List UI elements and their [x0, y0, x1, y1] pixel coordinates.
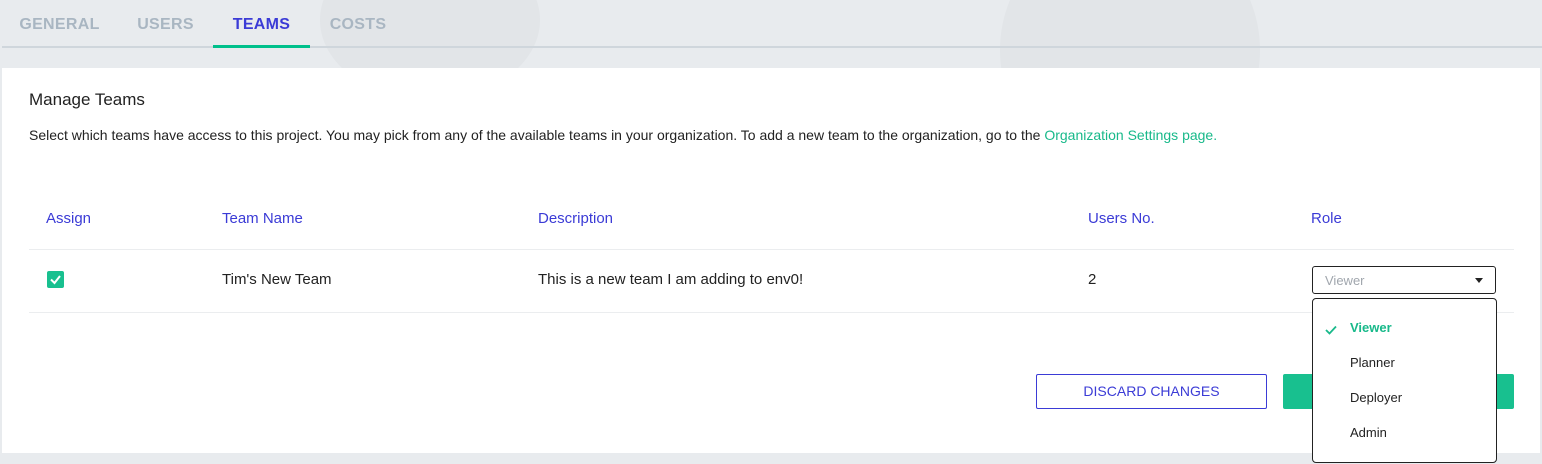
- checkmark-icon: [50, 275, 61, 285]
- check-icon: [1325, 325, 1337, 335]
- role-select[interactable]: Viewer: [1312, 266, 1496, 294]
- description-text: Select which teams have access to this p…: [29, 127, 1045, 143]
- role-select-value: Viewer: [1325, 273, 1365, 288]
- role-option-planner[interactable]: Planner: [1350, 355, 1395, 370]
- page-title: Manage Teams: [29, 90, 145, 109]
- column-header-assign: Assign: [46, 210, 92, 227]
- column-header-team-name: Team Name: [222, 210, 303, 227]
- discard-changes-button[interactable]: DISCARD CHANGES: [1036, 374, 1267, 409]
- team-description-cell: This is a new team I am adding to env0!: [538, 271, 804, 288]
- tab-bar: GENERAL USERS TEAMS COSTS: [2, 0, 1542, 48]
- column-header-users-no: Users No.: [1088, 210, 1155, 227]
- organization-settings-link[interactable]: Organization Settings page.: [1044, 127, 1217, 143]
- table-divider: [29, 249, 1514, 250]
- tab-general[interactable]: GENERAL: [2, 0, 117, 48]
- role-option-deployer[interactable]: Deployer: [1350, 390, 1402, 405]
- manage-teams-panel: Manage Teams Select which teams have acc…: [2, 68, 1540, 453]
- page-description: Select which teams have access to this p…: [29, 127, 1329, 143]
- assign-checkbox[interactable]: [47, 271, 64, 288]
- role-option-admin[interactable]: Admin: [1350, 425, 1387, 440]
- team-name-cell: Tim's New Team: [222, 271, 332, 288]
- role-option-viewer[interactable]: Viewer: [1350, 320, 1392, 335]
- column-header-description: Description: [538, 210, 614, 227]
- column-header-role: Role: [1311, 210, 1342, 227]
- chevron-down-icon: [1475, 278, 1483, 283]
- users-count-cell: 2: [1088, 271, 1097, 288]
- tab-costs[interactable]: COSTS: [313, 0, 403, 48]
- role-dropdown-menu: Viewer Planner Deployer Admin: [1312, 298, 1497, 463]
- tab-users[interactable]: USERS: [118, 0, 213, 48]
- tab-teams[interactable]: TEAMS: [213, 0, 310, 48]
- table-divider: [29, 312, 1514, 313]
